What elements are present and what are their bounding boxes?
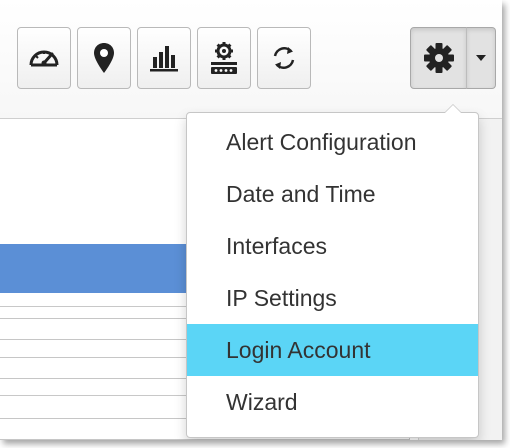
app-window: Alert Configuration Date and Time Interf… bbox=[0, 0, 502, 440]
menu-item-ip-settings[interactable]: IP Settings bbox=[187, 272, 478, 324]
bar-chart-icon bbox=[148, 43, 180, 73]
dashboard-gauge-icon bbox=[27, 43, 61, 73]
selected-row-band bbox=[0, 244, 210, 293]
settings-dropdown-toggle[interactable] bbox=[466, 27, 496, 89]
refresh-icon bbox=[269, 43, 299, 73]
toolbar bbox=[0, 0, 502, 119]
settings-button[interactable] bbox=[410, 27, 467, 89]
device-button[interactable] bbox=[197, 27, 251, 89]
menu-item-wizard[interactable]: Wizard bbox=[187, 376, 478, 428]
form-field[interactable] bbox=[0, 357, 210, 379]
menu-item-interfaces[interactable]: Interfaces bbox=[187, 220, 478, 272]
dashboard-button[interactable] bbox=[17, 27, 71, 89]
network-device-icon bbox=[207, 41, 241, 75]
divider bbox=[0, 395, 210, 396]
settings-dropdown-menu: Alert Configuration Date and Time Interf… bbox=[186, 104, 479, 438]
form-field[interactable] bbox=[0, 318, 210, 340]
divider bbox=[0, 306, 210, 307]
refresh-button[interactable] bbox=[257, 27, 311, 89]
menu-item-date-and-time[interactable]: Date and Time bbox=[187, 168, 478, 220]
map-location-button[interactable] bbox=[77, 27, 131, 89]
statistics-button[interactable] bbox=[137, 27, 191, 89]
menu-item-alert-configuration[interactable]: Alert Configuration bbox=[187, 116, 478, 168]
settings-gear-icon bbox=[422, 41, 456, 75]
map-pin-icon bbox=[93, 42, 115, 74]
caret-down-icon bbox=[475, 49, 487, 67]
menu-item-login-account[interactable]: Login Account bbox=[187, 324, 478, 376]
